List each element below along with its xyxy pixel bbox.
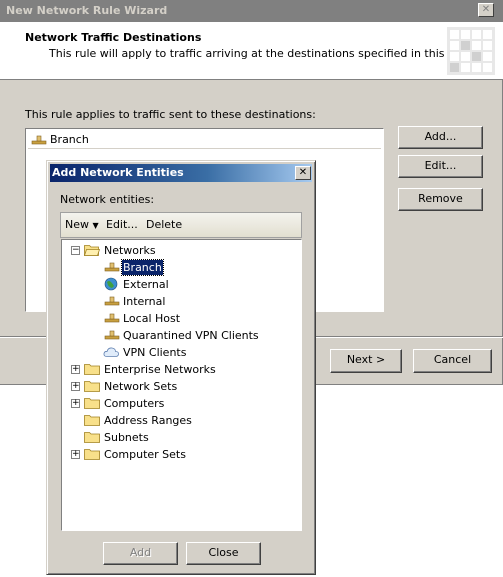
list-item[interactable]: Branch [28,131,381,149]
entities-toolbar: New ▼ Edit... Delete [60,212,302,238]
tree-node-label: Address Ranges [104,414,192,427]
tree-node-local-host[interactable]: Local Host [62,310,300,327]
tree-node-label: External [123,278,169,291]
tree-node-label: Network Sets [104,380,178,393]
collapse-icon[interactable]: − [71,246,80,255]
edit-button-label: Edit... [424,159,457,172]
expand-icon[interactable]: + [71,382,80,391]
network-icon [104,296,120,306]
tree-node-branch[interactable]: Branch [62,259,300,276]
edit-button[interactable]: Edit... [398,155,483,178]
tree-node-label: VPN Clients [123,346,187,359]
network-icon [104,330,120,340]
expand-icon[interactable]: + [71,365,80,374]
cancel-button-label: Cancel [433,353,472,366]
network-icon [104,313,120,323]
dropdown-arrow-icon: ▼ [92,221,99,230]
dialog-add-button[interactable]: Add [103,542,178,565]
tree-node-external[interactable]: External [62,276,300,293]
expand-icon[interactable]: + [71,450,80,459]
dialog-close-label: Close [208,546,239,559]
tree-node-enterprise-networks[interactable]: + Enterprise Networks [62,361,300,378]
tree-node-quarantined-vpn-clients[interactable]: Quarantined VPN Clients [62,327,300,344]
tree-node-networks[interactable]: − Networks [62,242,300,259]
applies-label: This rule applies to traffic sent to the… [25,108,316,121]
new-label: New [65,218,89,231]
folder-icon [84,381,100,392]
folder-icon [84,449,100,460]
list-item-label: Branch [50,133,89,146]
tree-node-label: Networks [104,244,156,257]
next-button-label: Next > [346,353,386,366]
cloud-icon [103,347,119,357]
tree-node-label: Computer Sets [104,448,186,461]
wizard-titlebar[interactable]: New Network Rule Wizard ✕ [0,0,503,22]
wizard-header: Network Traffic Destinations This rule w… [0,22,503,80]
open-folder-icon [84,245,100,256]
new-menu-button[interactable]: New ▼ [65,218,99,231]
tree-node-label: Quarantined VPN Clients [123,329,259,342]
delete-toolbar-button[interactable]: Delete [146,218,182,231]
remove-button-label: Remove [418,192,463,205]
tree-node-label: Enterprise Networks [104,363,216,376]
tree-node-label: Local Host [123,312,181,325]
remove-button[interactable]: Remove [398,188,483,211]
edit-toolbar-button[interactable]: Edit... [106,218,138,231]
tree-node-subnets[interactable]: Subnets [62,429,300,446]
add-button[interactable]: Add... [398,126,483,149]
wizard-close-button[interactable]: ✕ [478,3,494,17]
next-button[interactable]: Next > [330,349,402,373]
network-icon [31,135,47,145]
folder-icon [84,364,100,375]
folder-icon [84,398,100,409]
dialog-titlebar[interactable]: Add Network Entities ✕ [50,164,312,182]
tree-node-address-ranges[interactable]: Address Ranges [62,412,300,429]
tree-node-label: Computers [104,397,165,410]
tree-node-label: Subnets [104,431,149,444]
tree-node-internal[interactable]: Internal [62,293,300,310]
page-title: Network Traffic Destinations [25,31,202,44]
network-icon [104,262,120,272]
close-icon: ✕ [298,167,308,178]
cancel-button[interactable]: Cancel [413,349,492,373]
globe-icon [104,277,118,291]
tree-node-label: Branch [121,259,164,276]
add-network-entities-dialog: Add Network Entities ✕ Network entities:… [46,160,316,575]
tree-node-computer-sets[interactable]: + Computer Sets [62,446,300,463]
dialog-add-label: Add [129,546,152,559]
expand-icon[interactable]: + [71,399,80,408]
folder-icon [84,432,100,443]
dialog-close-text-button[interactable]: Close [186,542,261,565]
tree-node-label: Internal [123,295,166,308]
wizard-header-graphic-icon [447,27,495,75]
folder-icon [84,415,100,426]
tree-node-network-sets[interactable]: + Network Sets [62,378,300,395]
dialog-title: Add Network Entities [52,166,184,179]
close-icon: ✕ [481,4,491,15]
wizard-title: New Network Rule Wizard [6,4,168,17]
tree-node-computers[interactable]: + Computers [62,395,300,412]
tree-node-vpn-clients[interactable]: VPN Clients [62,344,300,361]
entities-tree[interactable]: − Networks Branch External Internal Loca… [61,239,302,531]
entities-label: Network entities: [60,193,155,206]
dialog-close-button[interactable]: ✕ [295,166,311,180]
page-subtitle: This rule will apply to traffic arriving… [49,47,479,60]
add-button-label: Add... [424,130,457,143]
